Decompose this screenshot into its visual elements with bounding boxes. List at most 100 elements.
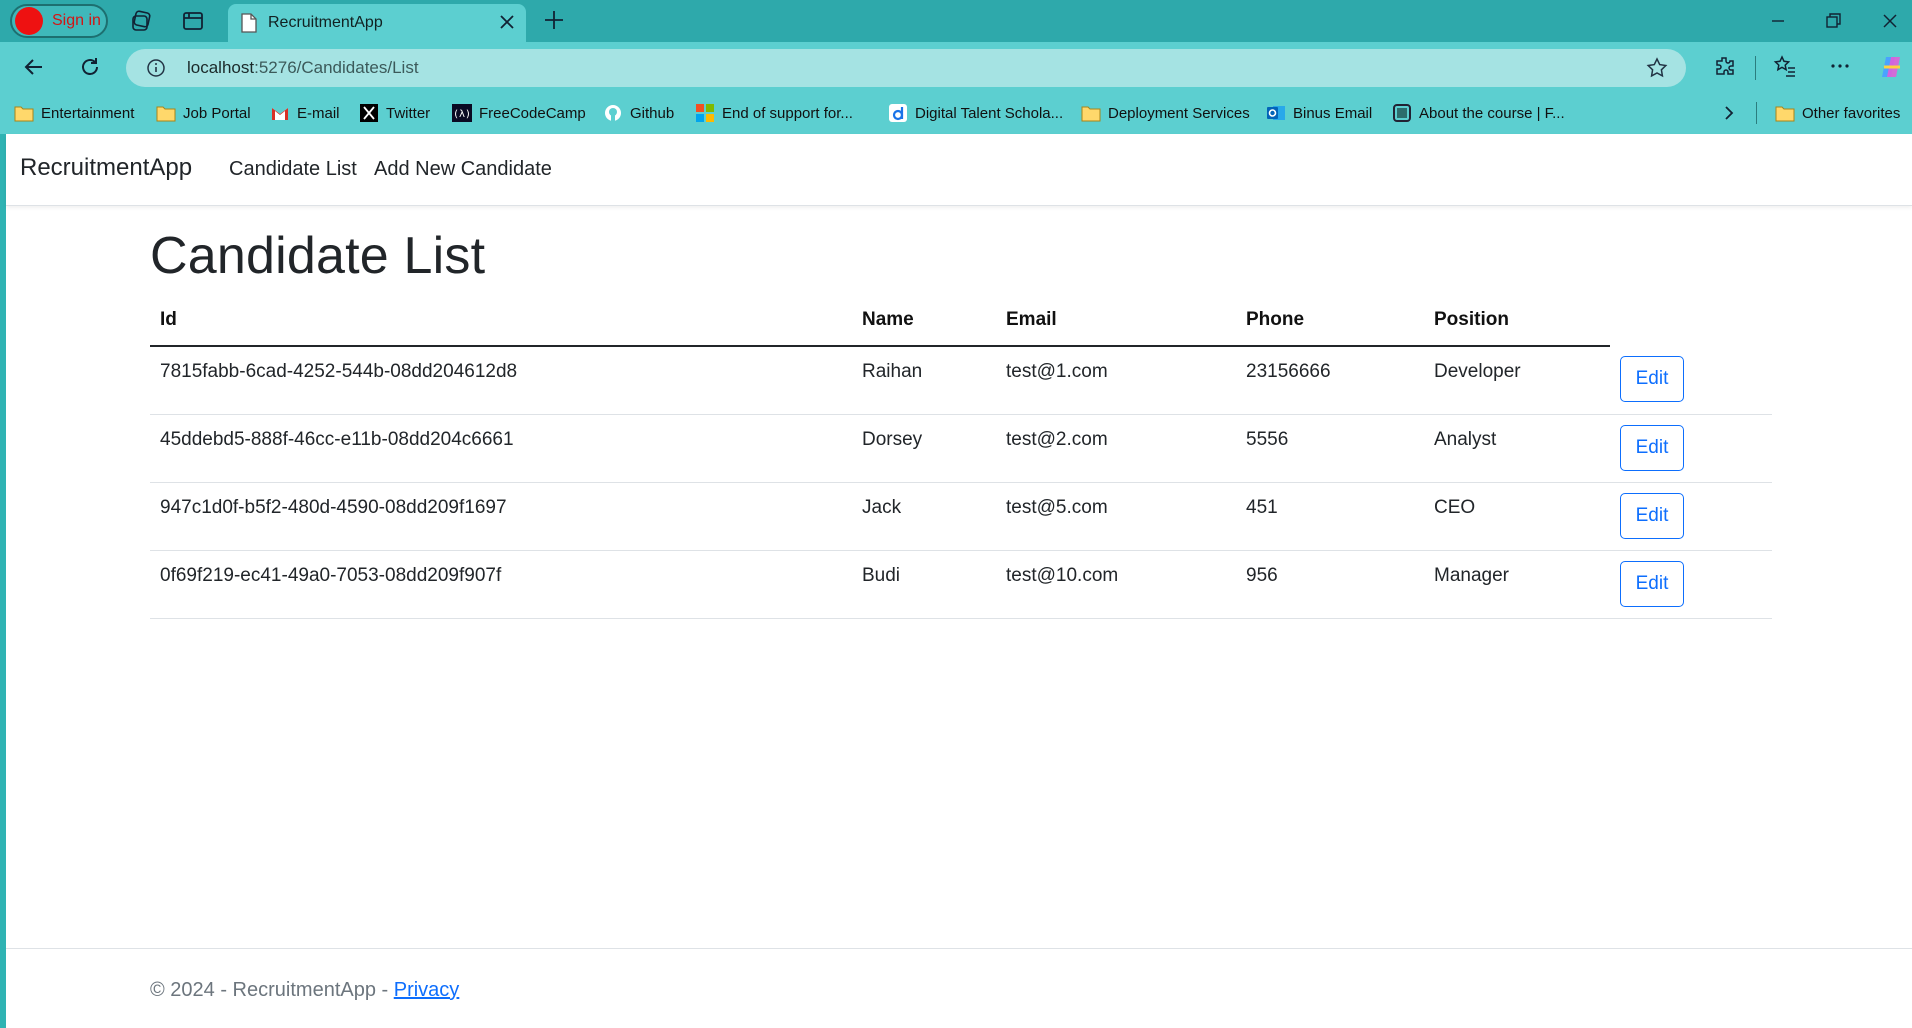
bookmark-label: Job Portal — [183, 104, 251, 122]
bookmark-item[interactable]: Twitter — [359, 101, 430, 125]
column-header-id: Id — [150, 294, 852, 347]
footer-copyright: © 2024 - RecruitmentApp - — [150, 979, 394, 1001]
page-favicon-icon — [241, 13, 257, 33]
edit-button[interactable]: Edit — [1620, 560, 1684, 607]
cell-actions: Edit — [1610, 346, 1772, 415]
bookmark-item[interactable]: End of support for... — [695, 101, 853, 125]
folder-icon — [14, 106, 34, 122]
profile-sign-in-button[interactable]: Sign in — [10, 4, 108, 38]
bookmark-label: Digital Talent Schola... — [915, 104, 1064, 122]
cell-email: test@10.com — [996, 550, 1236, 619]
other-favorites-label: Other favorites — [1802, 104, 1901, 122]
browser-tab-bar: Sign in RecruitmentApp — [0, 0, 1912, 42]
cell-position: CEO — [1424, 482, 1610, 551]
edit-button[interactable]: Edit — [1620, 492, 1684, 539]
bookmark-item[interactable]: Job Portal — [156, 101, 251, 125]
close-window-icon[interactable] — [1880, 11, 1900, 31]
new-tab-icon[interactable] — [543, 9, 565, 31]
site-navbar: RecruitmentApp Candidate List Add New Ca… — [6, 134, 1912, 206]
folder-icon — [1775, 106, 1795, 122]
footer-text: © 2024 - RecruitmentApp - Privacy — [150, 979, 459, 1002]
copilot-icon[interactable] — [1878, 54, 1904, 80]
bookmark-item[interactable]: (λ) FreeCodeCamp — [452, 101, 586, 125]
column-header-position: Position — [1424, 294, 1610, 347]
more-options-icon[interactable] — [1828, 54, 1852, 78]
back-arrow-icon[interactable] — [22, 55, 46, 79]
outlook-icon — [1267, 106, 1285, 120]
cell-email: test@5.com — [996, 482, 1236, 551]
url-host: localhost — [187, 58, 255, 77]
column-header-name: Name — [852, 294, 996, 347]
svg-text:(λ): (λ) — [453, 109, 471, 120]
cell-phone: 956 — [1236, 550, 1424, 619]
browser-tab-active[interactable]: RecruitmentApp — [228, 4, 526, 42]
cell-id: 947c1d0f-b5f2-480d-4590-08dd209f1697 — [150, 482, 852, 551]
bookmarks-bar: Entertainment Job Portal E-mail Twitter … — [0, 92, 1912, 134]
cell-name: Raihan — [852, 346, 996, 415]
bookmark-item[interactable]: E-mail — [270, 101, 340, 125]
site-footer: © 2024 - RecruitmentApp - Privacy — [6, 948, 1912, 1028]
bookmark-label: Github — [630, 104, 675, 122]
x-icon — [360, 104, 378, 122]
bookmark-label: E-mail — [297, 104, 340, 122]
edit-button[interactable]: Edit — [1620, 356, 1684, 402]
workspaces-icon[interactable] — [130, 9, 154, 33]
navbar-brand[interactable]: RecruitmentApp — [20, 154, 192, 182]
folder-icon — [1081, 106, 1101, 122]
microsoft-icon — [696, 104, 714, 122]
sign-in-label: Sign in — [52, 12, 101, 29]
cell-id: 0f69f219-ec41-49a0-7053-08dd209f907f — [150, 550, 852, 619]
bookmark-item[interactable]: About the course | F... — [1392, 101, 1565, 125]
cell-name: Dorsey — [852, 414, 996, 483]
refresh-icon[interactable] — [78, 55, 102, 79]
profile-avatar-icon — [15, 7, 43, 35]
cell-phone: 23156666 — [1236, 346, 1424, 415]
address-bar[interactable]: localhost:5276/Candidates/List — [126, 49, 1686, 87]
column-header-actions — [1610, 294, 1772, 346]
folder-icon — [156, 106, 176, 122]
bookmark-item[interactable]: Github — [603, 101, 674, 125]
cell-position: Analyst — [1424, 414, 1610, 483]
dts-icon — [889, 104, 907, 122]
bookmark-label: Entertainment — [41, 104, 135, 122]
cell-phone: 5556 — [1236, 414, 1424, 483]
site-info-icon[interactable] — [146, 58, 166, 78]
nav-link-candidate-list[interactable]: Candidate List — [229, 158, 357, 181]
bookmark-item[interactable]: Binus Email — [1266, 101, 1372, 125]
github-icon — [605, 105, 621, 121]
url-text[interactable]: localhost:5276/Candidates/List — [187, 58, 419, 78]
page-title: Candidate List — [150, 227, 486, 285]
bookmark-item[interactable]: Entertainment — [14, 101, 134, 125]
tab-actions-icon[interactable] — [181, 9, 205, 33]
cell-name: Jack — [852, 482, 996, 551]
other-favorites-folder[interactable]: Other favorites — [1775, 101, 1900, 125]
cell-name: Budi — [852, 550, 996, 619]
column-header-email: Email — [996, 294, 1236, 347]
extensions-icon[interactable] — [1713, 54, 1737, 78]
column-header-phone: Phone — [1236, 294, 1424, 347]
restore-window-icon[interactable] — [1823, 11, 1843, 31]
bookmark-label: Twitter — [386, 104, 431, 122]
cell-position: Developer — [1424, 346, 1610, 415]
table-row: 947c1d0f-b5f2-480d-4590-08dd209f1697 Jac… — [150, 482, 1772, 551]
minimize-window-icon[interactable] — [1768, 11, 1788, 31]
close-tab-icon[interactable] — [498, 13, 516, 31]
favorites-icon[interactable] — [1773, 54, 1797, 78]
cell-id: 7815fabb-6cad-4252-544b-08dd204612d8 — [150, 346, 852, 415]
bookmark-item[interactable]: Digital Talent Schola... — [888, 101, 1063, 125]
cell-actions: Edit — [1610, 550, 1772, 619]
candidate-table: Id Name Email Phone Position 7815fabb-6c… — [150, 294, 1772, 619]
table-row: 7815fabb-6cad-4252-544b-08dd204612d8 Rai… — [150, 346, 1772, 415]
cell-email: test@2.com — [996, 414, 1236, 483]
url-path: :5276/Candidates/List — [254, 58, 419, 77]
tab-title: RecruitmentApp — [268, 14, 383, 31]
favorite-star-icon[interactable] — [1646, 57, 1668, 79]
privacy-link[interactable]: Privacy — [394, 979, 460, 1001]
bookmark-item[interactable]: Deployment Services — [1081, 101, 1250, 125]
bookmarks-divider — [1756, 102, 1757, 124]
web-page: RecruitmentApp Candidate List Add New Ca… — [6, 134, 1912, 1028]
nav-link-add-new-candidate[interactable]: Add New Candidate — [374, 158, 552, 181]
gmail-icon — [272, 108, 288, 120]
edit-button[interactable]: Edit — [1620, 424, 1684, 471]
chevron-right-icon[interactable] — [1720, 104, 1738, 122]
